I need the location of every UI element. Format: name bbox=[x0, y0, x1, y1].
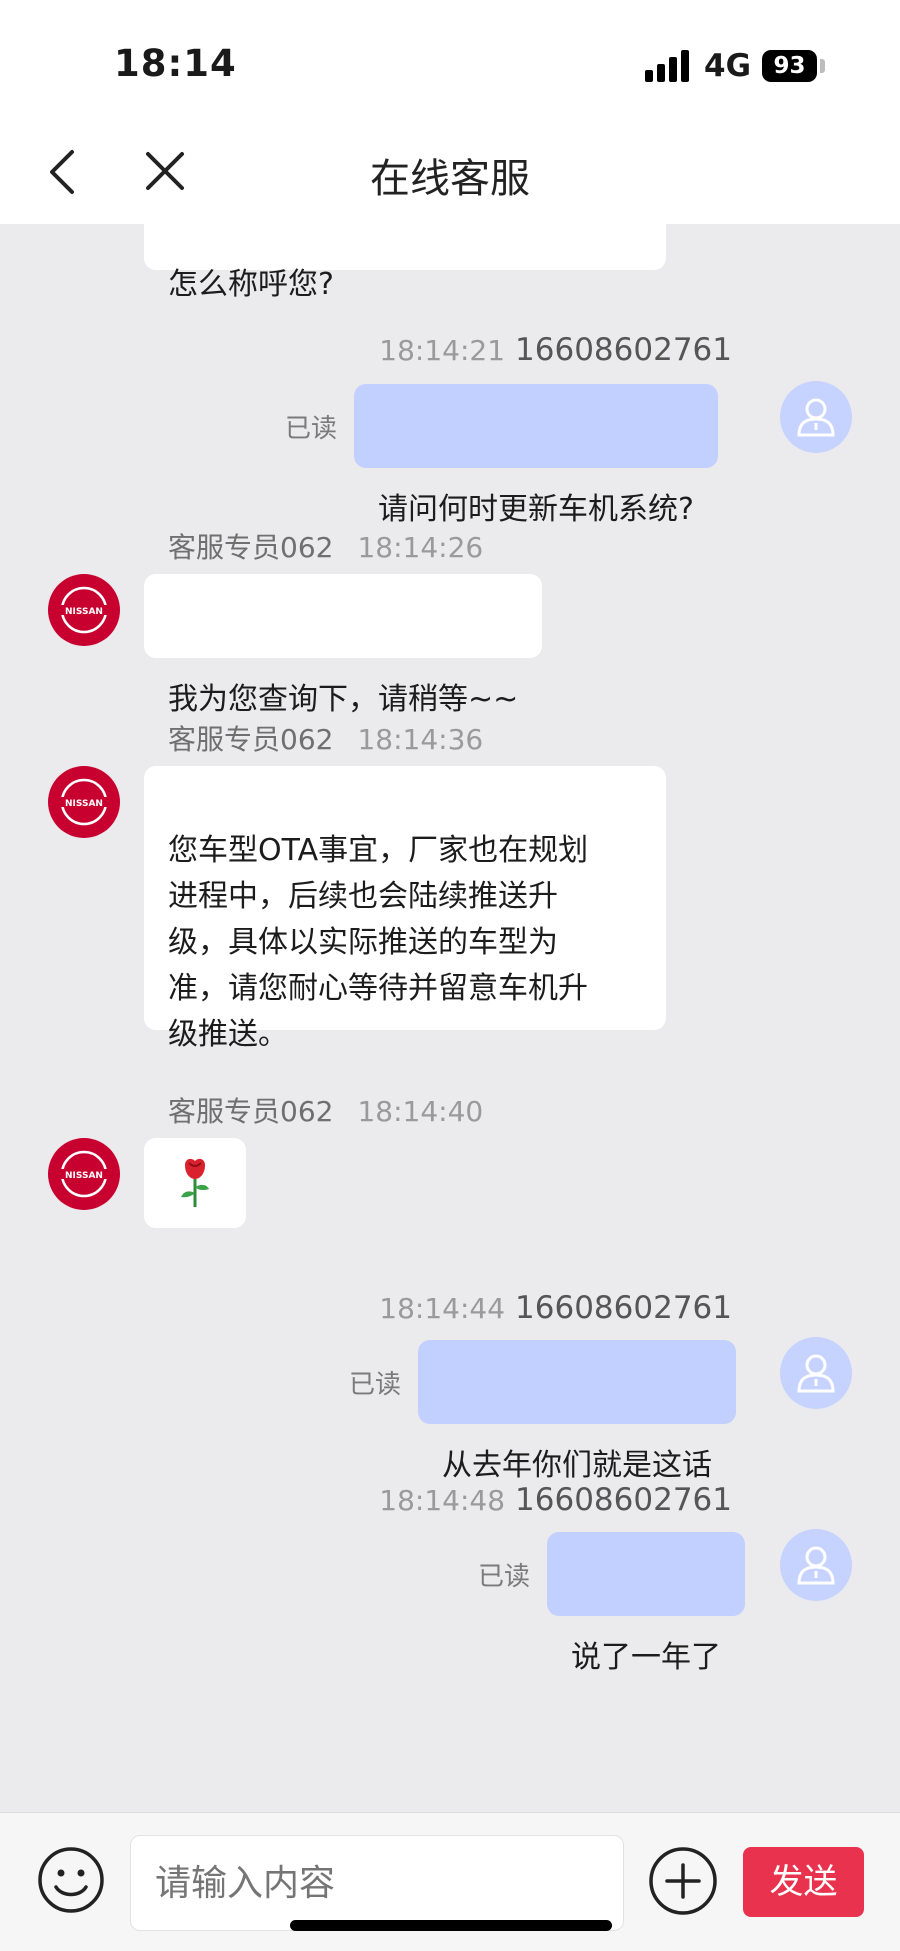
status-time: 18:14 bbox=[114, 42, 237, 85]
user-avatar[interactable] bbox=[780, 1529, 852, 1601]
sender-phone: 16608602761 bbox=[515, 1482, 732, 1518]
message-time: 18:14:44 bbox=[379, 1292, 506, 1325]
nav-bar: 在线客服 bbox=[0, 122, 900, 224]
svg-text:NISSAN: NISSAN bbox=[65, 799, 103, 809]
message-input[interactable] bbox=[130, 1835, 624, 1931]
message-bubble[interactable]: 我为您查询下，请稍等~~ bbox=[144, 574, 543, 717]
agent-avatar[interactable]: NISSAN bbox=[48, 574, 120, 646]
read-status: 已读 bbox=[349, 1370, 402, 1400]
user-avatar[interactable] bbox=[780, 381, 852, 453]
user-avatar-icon bbox=[797, 398, 835, 437]
message-meta: 客服专员062 18:14:40 bbox=[168, 1090, 483, 1130]
nissan-logo-icon: NISSAN bbox=[56, 778, 112, 826]
agent-avatar[interactable]: NISSAN bbox=[48, 766, 120, 838]
message-text: 我为您查询下，请稍等~~ bbox=[168, 682, 519, 717]
message-text: 从去年你们就是这话 bbox=[442, 1448, 712, 1483]
battery-tip bbox=[820, 59, 825, 73]
message-time: 18:14:26 bbox=[357, 531, 484, 564]
message-meta: 客服专员062 18:14:36 bbox=[168, 718, 483, 758]
user-avatar[interactable] bbox=[780, 1337, 852, 1409]
message-time: 18:14:48 bbox=[379, 1484, 506, 1517]
message-bubble: 怎么称呼您? bbox=[144, 224, 666, 302]
agent-name: 客服专员062 bbox=[168, 723, 334, 756]
battery-icon: 93 bbox=[762, 50, 817, 82]
rose-icon bbox=[181, 1158, 209, 1207]
message-time: 18:14:21 bbox=[379, 334, 506, 367]
message-bubble[interactable]: 说了一年了 bbox=[547, 1532, 745, 1675]
message-bubble[interactable]: 您车型OTA事宜，厂家也在规划 进程中，后续也会陆续推送升 级，具体以实际推送的… bbox=[144, 766, 666, 1052]
nissan-logo-icon: NISSAN bbox=[56, 586, 112, 634]
message-text: 请问何时更新车机系统? bbox=[378, 492, 694, 527]
signal-icon bbox=[645, 50, 691, 82]
message-meta: 18:14:48 16608602761 bbox=[379, 1482, 732, 1518]
message-text: 怎么称呼您? bbox=[168, 267, 334, 302]
user-avatar-icon bbox=[797, 1546, 835, 1585]
message-text: 您车型OTA事宜，厂家也在规划 进程中，后续也会陆续推送升 级，具体以实际推送的… bbox=[168, 833, 589, 1052]
agent-avatar[interactable]: NISSAN bbox=[48, 1138, 120, 1210]
home-indicator bbox=[290, 1920, 612, 1931]
svg-text:NISSAN: NISSAN bbox=[65, 1171, 103, 1181]
agent-name: 客服专员062 bbox=[168, 1095, 334, 1128]
nissan-logo-icon: NISSAN bbox=[56, 1150, 112, 1198]
message-time: 18:14:36 bbox=[357, 723, 484, 756]
sender-phone: 16608602761 bbox=[515, 332, 732, 368]
message-bubble[interactable]: 从去年你们就是这话 bbox=[418, 1340, 736, 1483]
message-bubble[interactable]: 🌹 bbox=[144, 1138, 246, 1228]
read-status: 已读 bbox=[478, 1562, 531, 1592]
message-meta: 18:14:21 16608602761 bbox=[379, 332, 732, 368]
chat-area[interactable]: 怎么称呼您? 18:14:21 16608602761 已读 请问何时更新车机系统… bbox=[0, 224, 900, 1812]
message-meta: 18:14:44 16608602761 bbox=[379, 1290, 732, 1326]
add-icon[interactable] bbox=[647, 1845, 719, 1917]
message-meta: 客服专员062 18:14:26 bbox=[168, 526, 483, 566]
sender-phone: 16608602761 bbox=[515, 1290, 732, 1326]
page-title: 在线客服 bbox=[370, 156, 530, 202]
send-button[interactable]: 发送 bbox=[743, 1847, 864, 1917]
message-bubble[interactable]: 请问何时更新车机系统? bbox=[354, 384, 718, 527]
emoji-icon[interactable] bbox=[36, 1845, 106, 1915]
user-avatar-icon bbox=[797, 1354, 835, 1393]
status-bar: 18:14 4G 93 bbox=[0, 0, 900, 122]
read-status: 已读 bbox=[285, 414, 338, 444]
agent-name: 客服专员062 bbox=[168, 531, 334, 564]
svg-text:NISSAN: NISSAN bbox=[65, 607, 103, 617]
network-type: 4G bbox=[704, 48, 752, 84]
message-time: 18:14:40 bbox=[357, 1095, 484, 1128]
message-text: 说了一年了 bbox=[571, 1640, 721, 1675]
